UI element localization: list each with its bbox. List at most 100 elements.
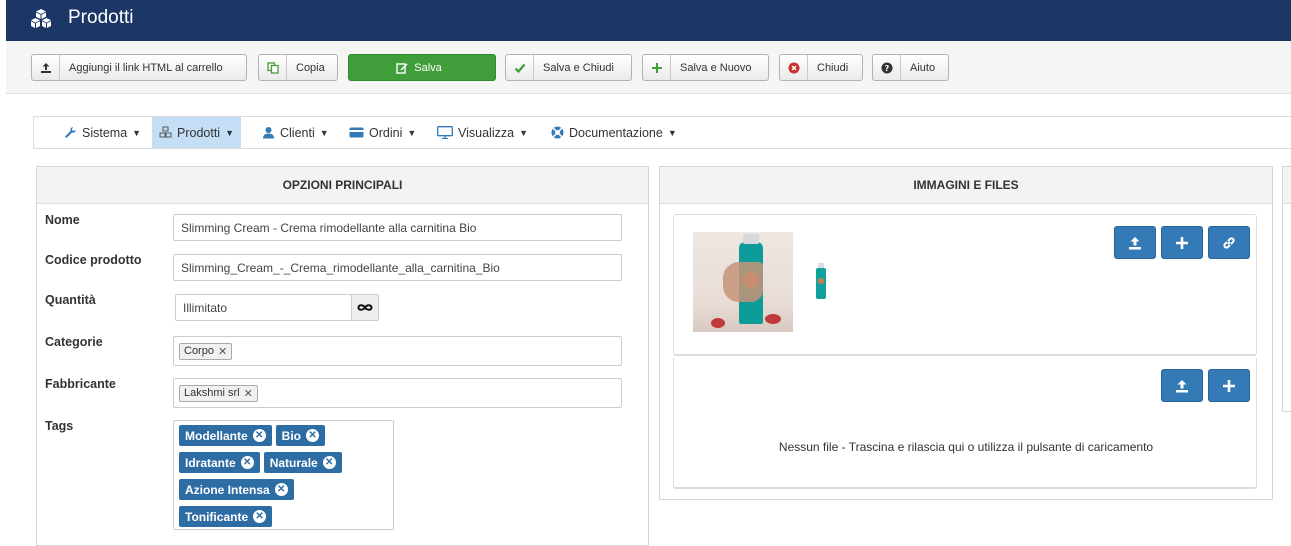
tag-label: Idratante <box>185 455 236 470</box>
save-new-button[interactable]: Salva e Nuovo <box>642 54 769 81</box>
menu-visualizza[interactable]: Visualizza ▼ <box>437 117 528 148</box>
save-label: Salva <box>414 61 442 74</box>
add-file-button[interactable] <box>1208 369 1250 402</box>
menu-ordini[interactable]: Ordini ▼ <box>349 117 416 148</box>
tag-chip: Bio ✕ <box>275 425 326 446</box>
upload-image-button[interactable] <box>1114 226 1156 259</box>
main-options-title: OPZIONI PRINCIPALI <box>37 167 648 204</box>
upload-file-button[interactable] <box>1161 369 1203 402</box>
tag-chip: Naturale ✕ <box>263 452 342 473</box>
copy-label: Copia <box>296 61 325 74</box>
tag-chip: Modellante ✕ <box>179 425 272 446</box>
menu-documentazione-label: Documentazione <box>569 125 663 140</box>
plus-icon <box>1176 236 1188 249</box>
help-button[interactable]: ? Aiuto <box>872 54 949 81</box>
menu-prodotti-label: Prodotti <box>177 125 221 140</box>
save-new-label: Salva e Nuovo <box>680 61 752 74</box>
close-button[interactable]: Chiudi <box>779 54 863 81</box>
quantity-input[interactable]: Illimitato <box>175 294 353 321</box>
user-icon <box>263 127 274 139</box>
caret-down-icon: ▼ <box>667 127 677 138</box>
side-panel-edge <box>1282 166 1291 412</box>
caret-down-icon: ▼ <box>519 127 528 138</box>
unlimited-toggle[interactable] <box>351 294 379 321</box>
remove-tag-icon[interactable]: ✕ <box>252 429 266 442</box>
product-image-thumbnail[interactable] <box>693 232 793 332</box>
manufacturer-chip-label: Lakshmi srl <box>184 387 240 399</box>
product-image-small[interactable] <box>816 263 826 299</box>
save-button[interactable]: Salva <box>348 54 496 81</box>
caret-down-icon: ▼ <box>225 127 235 138</box>
remove-icon[interactable]: ✕ <box>244 387 253 400</box>
caret-down-icon: ▼ <box>319 127 329 138</box>
tag-label: Azione Intensa <box>185 482 270 497</box>
no-file-message: Nessun file - Trascina e rilascia qui o … <box>778 440 1154 454</box>
menu-sistema[interactable]: Sistema ▼ <box>64 117 141 148</box>
copy-button[interactable]: Copia <box>258 54 338 81</box>
remove-tag-icon[interactable]: ✕ <box>306 429 320 442</box>
add-html-link-button[interactable]: Aggiungi il link HTML al carrello <box>31 54 247 81</box>
lifesaver-icon <box>551 126 564 139</box>
upload-icon <box>1129 236 1141 249</box>
cubes-icon <box>31 9 51 28</box>
upload-icon <box>1176 379 1188 392</box>
tag-label: Tonificante <box>185 509 249 524</box>
remove-icon[interactable]: ✕ <box>218 345 227 358</box>
monitor-icon <box>437 126 453 139</box>
menu-clienti[interactable]: Clienti ▼ <box>262 117 329 148</box>
edit-icon <box>396 62 408 74</box>
menu-documentazione[interactable]: Documentazione ▼ <box>551 117 677 148</box>
page-title: Prodotti <box>68 7 134 28</box>
plus-icon <box>643 55 671 80</box>
manufacturer-chip: Lakshmi srl ✕ <box>179 384 258 402</box>
tag-chip: Azione Intensa ✕ <box>179 479 294 500</box>
link-icon <box>1223 236 1235 249</box>
tags-label: Tags <box>45 419 74 433</box>
save-close-label: Salva e Chiudi <box>543 61 614 74</box>
save-close-button[interactable]: Salva e Chiudi <box>505 54 632 81</box>
close-label: Chiudi <box>817 61 849 74</box>
menu-ordini-label: Ordini <box>369 125 403 140</box>
name-label: Nome <box>45 213 80 227</box>
menu-prodotti[interactable]: Prodotti ▼ <box>152 117 242 148</box>
images-dropzone[interactable] <box>673 214 1257 356</box>
app-header: Prodotti <box>6 0 1291 41</box>
code-value: Slimming_Cream_-_Crema_rimodellante_alla… <box>181 260 500 275</box>
remove-tag-icon[interactable]: ✕ <box>240 456 254 469</box>
tag-chip: Tonificante ✕ <box>179 506 273 527</box>
category-chip-label: Corpo <box>184 345 214 357</box>
tag-chip: Idratante ✕ <box>179 452 260 473</box>
credit-card-icon <box>349 127 364 138</box>
remove-tag-icon[interactable]: ✕ <box>322 456 336 469</box>
tag-label: Modellante <box>185 428 248 443</box>
wrench-icon <box>65 127 76 138</box>
product-code-input[interactable]: Slimming_Cream_-_Crema_rimodellante_alla… <box>173 254 622 281</box>
cubes-icon <box>159 126 172 138</box>
tag-label: Bio <box>281 428 302 443</box>
link-image-button[interactable] <box>1208 226 1250 259</box>
remove-tag-icon[interactable]: ✕ <box>274 483 288 496</box>
name-input[interactable]: Slimming Cream - Crema rimodellante alla… <box>173 214 622 241</box>
menu-visualizza-label: Visualizza <box>458 125 515 140</box>
svg-text:?: ? <box>884 64 889 73</box>
images-files-panel: IMMAGINI E FILES Nessun file - Trascina … <box>659 166 1273 500</box>
name-value: Slimming Cream - Crema rimodellante alla… <box>181 220 477 235</box>
add-image-button[interactable] <box>1161 226 1203 259</box>
question-icon: ? <box>873 55 901 80</box>
main-options-panel: OPZIONI PRINCIPALI Nome Slimming Cream -… <box>36 166 649 546</box>
category-select[interactable]: Corpo ✕ <box>173 336 622 366</box>
manufacturer-select[interactable]: Lakshmi srl ✕ <box>173 378 622 408</box>
remove-tag-icon[interactable]: ✕ <box>253 510 267 523</box>
menu-sistema-label: Sistema <box>82 125 128 140</box>
images-files-title: IMMAGINI E FILES <box>660 167 1272 204</box>
category-chip: Corpo ✕ <box>179 342 233 360</box>
caret-down-icon: ▼ <box>407 127 417 138</box>
category-label: Categorie <box>45 335 103 349</box>
tags-input[interactable]: Modellante ✕ Bio ✕ Idratante ✕ Naturale ✕ Az… <box>173 420 394 530</box>
manufacturer-label: Fabbricante <box>45 377 116 391</box>
close-circle-icon <box>780 55 808 80</box>
code-label: Codice prodotto <box>45 253 142 267</box>
caret-down-icon: ▼ <box>132 127 142 138</box>
main-menu: Sistema ▼ Prodotti ▼ Clienti ▼ Ordini ▼ Visu… <box>33 116 1291 149</box>
files-dropzone[interactable]: Nessun file - Trascina e rilascia qui o … <box>673 358 1257 489</box>
